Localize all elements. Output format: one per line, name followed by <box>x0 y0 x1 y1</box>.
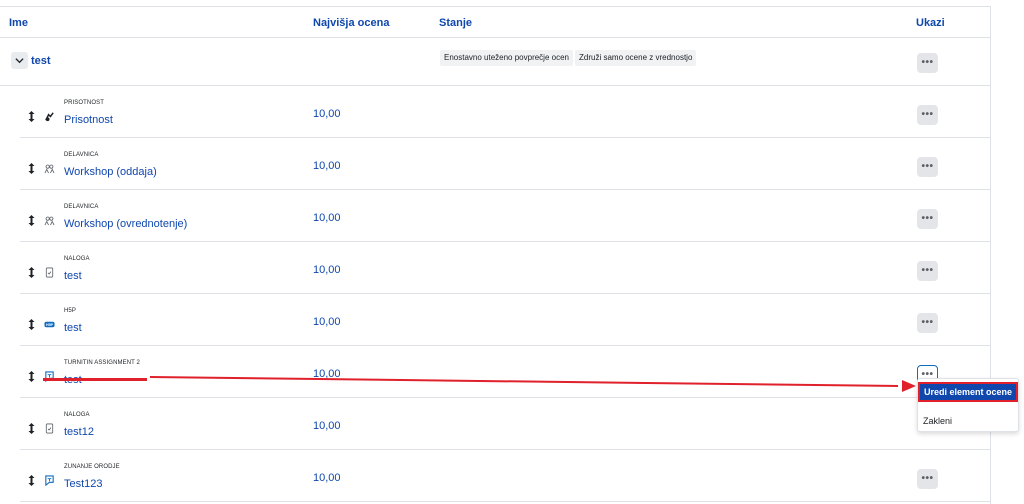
grade-item-row: DELAVNICA Workshop (ovrednotenje) 10,00 ••• <box>20 190 990 242</box>
grade-item-name[interactable]: Workshop (ovrednotenje) <box>64 218 187 230</box>
highlight-underline <box>43 378 147 381</box>
move-icon[interactable] <box>28 109 35 122</box>
category-name[interactable]: test <box>31 55 51 67</box>
workshop-icon <box>44 161 55 174</box>
more-icon: ••• <box>921 473 934 484</box>
highlight-arrow <box>150 376 916 392</box>
assignment-icon <box>44 421 55 434</box>
module-type-label: PRISOTNOST <box>64 100 105 106</box>
h5p-icon: H5P <box>44 317 55 328</box>
max-grade-value: 10,00 <box>313 420 341 432</box>
grade-item-row: H5P H5P test 10,00 ••• <box>20 294 990 346</box>
more-icon: ••• <box>921 265 934 276</box>
svg-text:H5P: H5P <box>46 323 54 327</box>
move-icon[interactable] <box>28 317 35 330</box>
category-actions-button[interactable]: ••• <box>917 53 938 73</box>
max-grade-value: 10,00 <box>313 108 341 120</box>
grade-item-row: NALOGA test 10,00 ••• <box>20 242 990 294</box>
module-type-label: DELAVNICA <box>64 204 99 210</box>
collapse-category-button[interactable] <box>11 52 28 69</box>
module-type-label: TURNITIN ASSIGNMENT 2 <box>64 360 140 366</box>
grade-item-row: DELAVNICA Workshop (oddaja) 10,00 ••• <box>20 138 990 190</box>
lock-menu-item[interactable]: Zakleni <box>918 413 1018 429</box>
header-max-grade: Najvišja ocena <box>313 17 390 29</box>
attendance-icon <box>44 109 55 122</box>
max-grade-value: 10,00 <box>313 472 341 484</box>
chevron-down-icon <box>15 58 24 64</box>
more-icon: ••• <box>921 317 934 328</box>
grade-item-actions-button[interactable]: ••• <box>917 105 938 125</box>
header-state: Stanje <box>439 17 473 29</box>
max-grade-value: 10,00 <box>313 316 341 328</box>
module-type-label: NALOGA <box>64 412 90 418</box>
max-grade-value: 10,00 <box>313 212 341 224</box>
grade-items-list: PRISOTNOST Prisotnost 10,00 ••• DELAVNICA Wor… <box>20 86 990 502</box>
grade-item-row: ZUNANJE ORODJE Test123 10,00 ••• <box>20 450 990 502</box>
workshop-icon <box>44 213 55 226</box>
aggregate-only-badge: Združi samo ocene z vrednostjo <box>575 50 697 66</box>
grade-item-actions-button[interactable]: ••• <box>917 209 938 229</box>
grade-item-name[interactable]: test <box>64 270 82 282</box>
move-icon[interactable] <box>28 473 35 486</box>
grade-item-name[interactable]: Test123 <box>64 478 103 490</box>
max-grade-value: 10,00 <box>313 264 341 276</box>
edit-grade-item-menu-item[interactable]: Uredi element ocene <box>918 382 1018 402</box>
external-tool-icon <box>44 473 55 487</box>
module-type-label: H5P <box>64 308 76 314</box>
move-icon[interactable] <box>28 421 35 434</box>
more-icon: ••• <box>921 57 934 68</box>
grade-item-row: NALOGA test12 10,00 <box>20 398 990 450</box>
module-type-label: NALOGA <box>64 256 90 262</box>
actions-dropdown-menu: Uredi element ocene Zakleni <box>917 378 1019 432</box>
header-actions: Ukazi <box>916 17 945 29</box>
move-icon[interactable] <box>28 265 35 278</box>
move-icon[interactable] <box>28 161 35 174</box>
move-icon[interactable] <box>28 213 35 226</box>
grade-item-name[interactable]: Workshop (oddaja) <box>64 166 157 178</box>
module-type-label: ZUNANJE ORODJE <box>64 464 120 470</box>
header-name: Ime <box>9 17 28 29</box>
grade-item-actions-button[interactable]: ••• <box>917 469 938 489</box>
more-icon: ••• <box>921 161 934 172</box>
grade-item-actions-button[interactable]: ••• <box>917 157 938 177</box>
grade-item-name[interactable]: Prisotnost <box>64 114 113 126</box>
assignment-icon <box>44 265 55 278</box>
aggregation-badge: Enostavno uteženo povprečje ocen <box>440 50 573 66</box>
grade-item-name[interactable]: test12 <box>64 426 94 438</box>
grade-item-actions-button[interactable]: ••• <box>917 261 938 281</box>
max-grade-value: 10,00 <box>313 160 341 172</box>
grade-items-table: Ime Najvišja ocena Stanje Ukazi test Eno… <box>0 6 991 504</box>
category-row: test Enostavno uteženo povprečje ocen Zd… <box>0 39 990 86</box>
grade-item-name[interactable]: test <box>64 322 82 334</box>
module-type-label: DELAVNICA <box>64 152 99 158</box>
move-icon[interactable] <box>28 369 35 382</box>
more-icon: ••• <box>921 213 934 224</box>
table-header: Ime Najvišja ocena Stanje Ukazi <box>0 7 990 38</box>
grade-item-row: PRISOTNOST Prisotnost 10,00 ••• <box>20 86 990 138</box>
grade-item-actions-button[interactable]: ••• <box>917 313 938 333</box>
gradebook-setup-page: Ime Najvišja ocena Stanje Ukazi test Eno… <box>0 0 1024 504</box>
more-icon: ••• <box>921 109 934 120</box>
